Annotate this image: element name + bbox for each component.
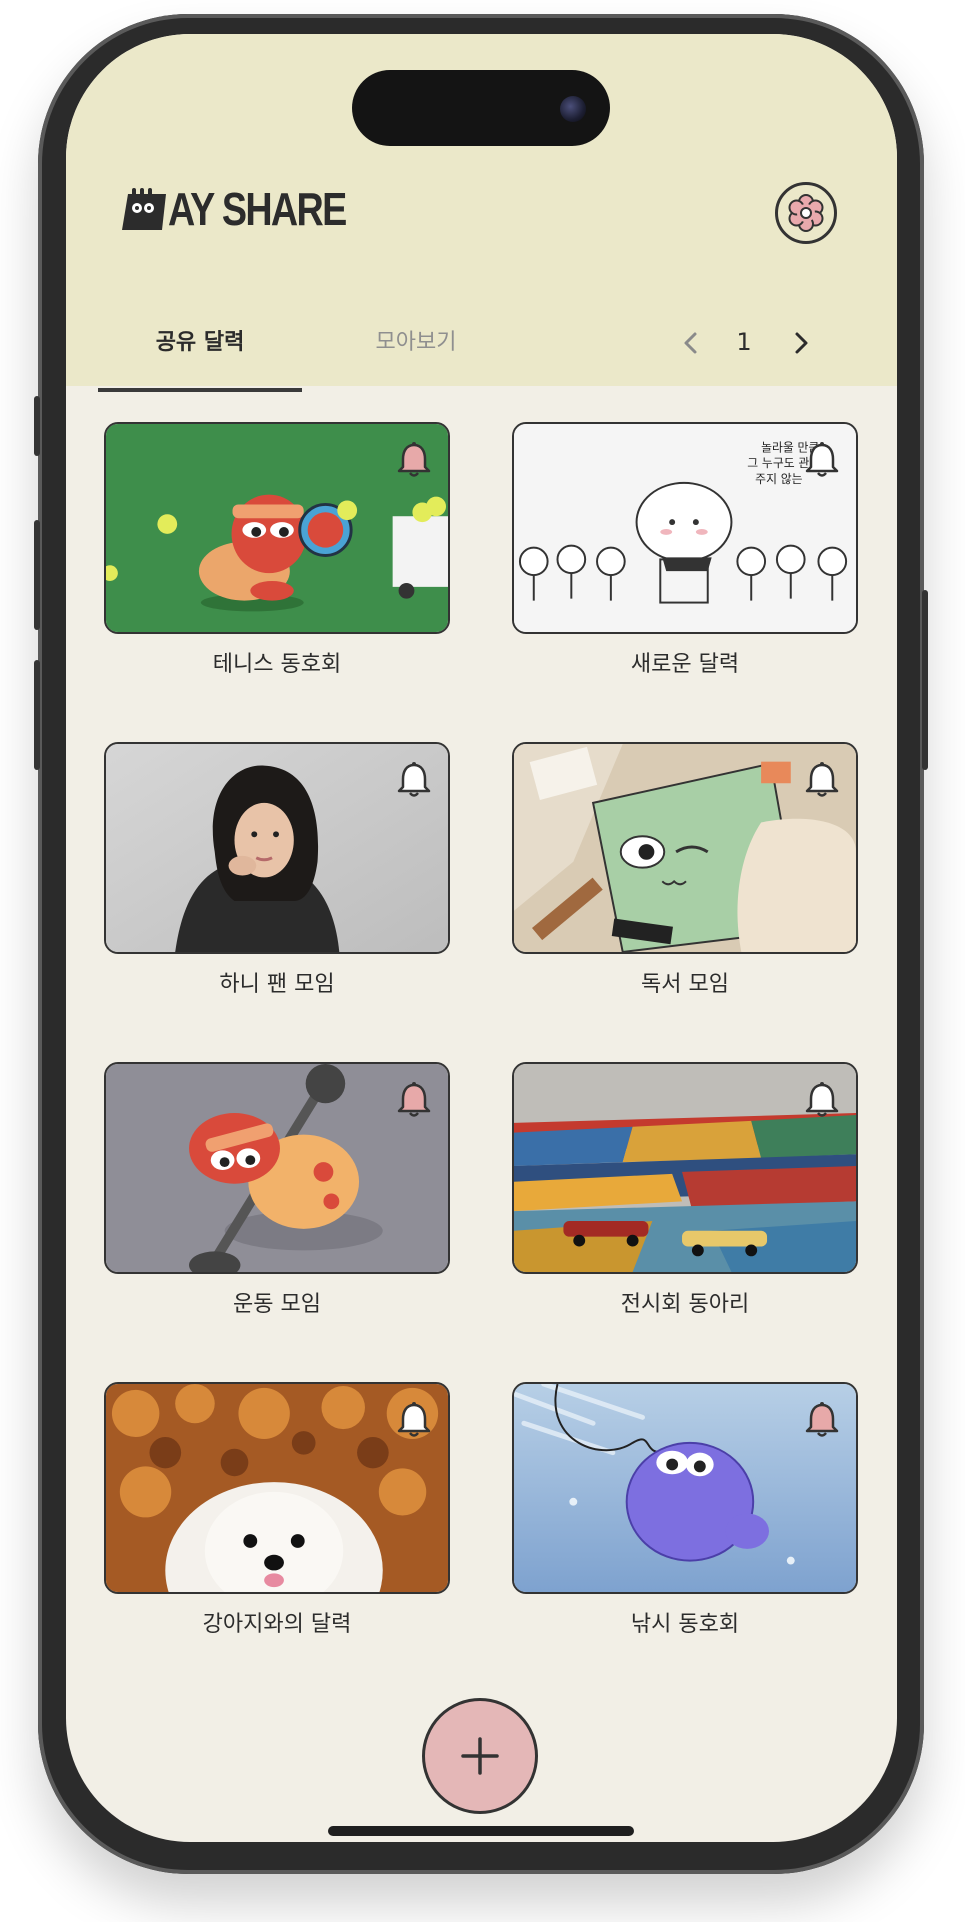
app-screen: AY SHARE 공유 달력 모아보기 1 테니스 동호회 놀라울 만큼 그 누… <box>66 34 897 1842</box>
bell-icon[interactable] <box>802 440 842 480</box>
bell-icon[interactable] <box>802 760 842 800</box>
calendar-card-label: 새로운 달력 <box>630 652 740 677</box>
add-calendar-button[interactable] <box>422 1698 538 1814</box>
tab-collection[interactable]: 모아보기 <box>336 324 496 386</box>
side-button <box>922 590 928 770</box>
calendar-card-label: 전시회 동아리 <box>620 1292 750 1317</box>
side-button <box>34 520 40 630</box>
calendar-card-reading[interactable] <box>512 742 858 954</box>
calendar-card-label: 독서 모임 <box>641 972 729 997</box>
tab-label: 공유 달력 <box>155 330 245 355</box>
bell-icon[interactable] <box>394 1080 434 1120</box>
calendar-card-label: 테니스 동호회 <box>212 652 342 677</box>
settings-flower-icon <box>788 194 824 232</box>
calendar-card-dog[interactable] <box>104 1382 450 1594</box>
side-button <box>34 396 40 456</box>
calendar-card-label: 하니 팬 모임 <box>219 972 335 997</box>
calendar-card-new[interactable]: 놀라울 만큼 그 누구도 관 주지 않는 <box>512 422 858 634</box>
calendar-card-label: 낚시 동호회 <box>630 1612 740 1637</box>
calendar-card-label: 강아지와의 달력 <box>202 1612 352 1637</box>
logo-text: AY SHARE <box>168 183 347 235</box>
chevron-right-icon[interactable] <box>786 326 816 360</box>
bell-icon[interactable] <box>394 760 434 800</box>
overlay-text: 그 누구도 관 <box>747 456 809 470</box>
side-button <box>34 660 40 770</box>
settings-button[interactable] <box>775 182 837 244</box>
dynamic-island <box>352 70 610 146</box>
page-number: 1 <box>736 328 752 356</box>
chevron-left-icon[interactable] <box>676 326 706 360</box>
tab-label: 모아보기 <box>375 330 457 355</box>
bell-icon[interactable] <box>394 440 434 480</box>
calendar-card-fishing[interactable] <box>512 1382 858 1594</box>
overlay-text: 주지 않는 <box>755 472 802 486</box>
calendar-card-fan[interactable] <box>104 742 450 954</box>
calendar-card-exhibition[interactable] <box>512 1062 858 1274</box>
bell-icon[interactable] <box>394 1400 434 1440</box>
bell-icon[interactable] <box>802 1080 842 1120</box>
plus-icon <box>461 1737 499 1775</box>
home-indicator[interactable] <box>328 1826 634 1836</box>
tab-shared-calendar[interactable]: 공유 달력 <box>98 324 302 392</box>
calendar-card-tennis[interactable] <box>104 422 450 634</box>
calendar-card-label: 운동 모임 <box>233 1292 321 1317</box>
bell-icon[interactable] <box>802 1400 842 1440</box>
calendar-card-workout[interactable] <box>104 1062 450 1274</box>
app-logo: AY SHARE <box>120 183 385 235</box>
calendar-logo-icon <box>122 188 166 230</box>
